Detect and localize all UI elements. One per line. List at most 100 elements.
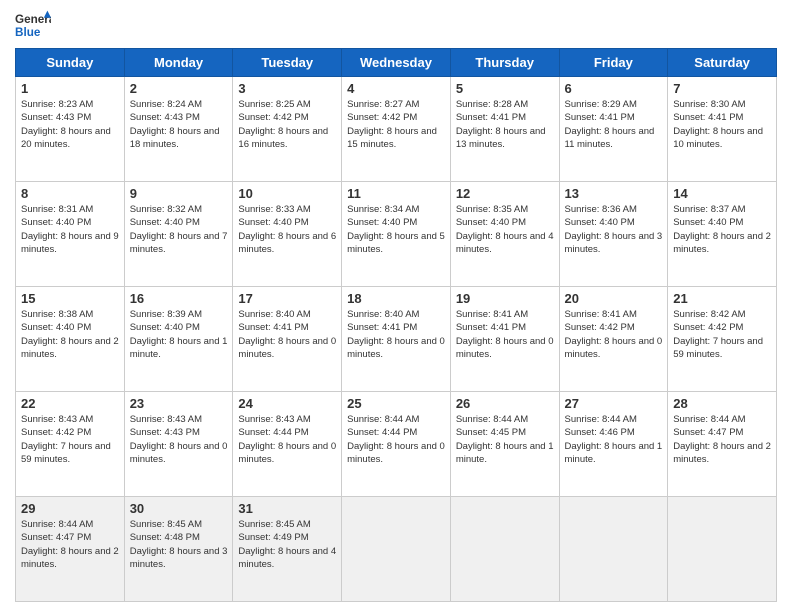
header: General Blue [15, 10, 777, 40]
day-number: 26 [456, 396, 554, 411]
calendar-cell: 6 Sunrise: 8:29 AMSunset: 4:41 PMDayligh… [559, 77, 668, 182]
calendar-cell: 10 Sunrise: 8:33 AMSunset: 4:40 PMDaylig… [233, 182, 342, 287]
day-number: 5 [456, 81, 554, 96]
calendar-cell: 25 Sunrise: 8:44 AMSunset: 4:44 PMDaylig… [342, 392, 451, 497]
day-number: 21 [673, 291, 771, 306]
day-number: 28 [673, 396, 771, 411]
day-number: 30 [130, 501, 228, 516]
day-number: 18 [347, 291, 445, 306]
day-number: 31 [238, 501, 336, 516]
logo-icon: General Blue [15, 10, 51, 40]
cell-info: Sunrise: 8:38 AMSunset: 4:40 PMDaylight:… [21, 309, 119, 360]
calendar-week-4: 22 Sunrise: 8:43 AMSunset: 4:42 PMDaylig… [16, 392, 777, 497]
weekday-header-sunday: Sunday [16, 49, 125, 77]
cell-info: Sunrise: 8:31 AMSunset: 4:40 PMDaylight:… [21, 204, 119, 255]
calendar-week-1: 1 Sunrise: 8:23 AMSunset: 4:43 PMDayligh… [16, 77, 777, 182]
calendar-cell: 20 Sunrise: 8:41 AMSunset: 4:42 PMDaylig… [559, 287, 668, 392]
calendar-cell: 21 Sunrise: 8:42 AMSunset: 4:42 PMDaylig… [668, 287, 777, 392]
calendar-cell: 4 Sunrise: 8:27 AMSunset: 4:42 PMDayligh… [342, 77, 451, 182]
calendar-cell: 7 Sunrise: 8:30 AMSunset: 4:41 PMDayligh… [668, 77, 777, 182]
day-number: 10 [238, 186, 336, 201]
day-number: 7 [673, 81, 771, 96]
calendar-table: SundayMondayTuesdayWednesdayThursdayFrid… [15, 48, 777, 602]
calendar-week-2: 8 Sunrise: 8:31 AMSunset: 4:40 PMDayligh… [16, 182, 777, 287]
calendar-cell [450, 497, 559, 602]
calendar-cell: 29 Sunrise: 8:44 AMSunset: 4:47 PMDaylig… [16, 497, 125, 602]
calendar-cell: 9 Sunrise: 8:32 AMSunset: 4:40 PMDayligh… [124, 182, 233, 287]
day-number: 17 [238, 291, 336, 306]
calendar-cell: 3 Sunrise: 8:25 AMSunset: 4:42 PMDayligh… [233, 77, 342, 182]
cell-info: Sunrise: 8:36 AMSunset: 4:40 PMDaylight:… [565, 204, 663, 255]
cell-info: Sunrise: 8:45 AMSunset: 4:49 PMDaylight:… [238, 519, 336, 570]
cell-info: Sunrise: 8:44 AMSunset: 4:47 PMDaylight:… [21, 519, 119, 570]
day-number: 24 [238, 396, 336, 411]
day-number: 1 [21, 81, 119, 96]
cell-info: Sunrise: 8:43 AMSunset: 4:44 PMDaylight:… [238, 414, 336, 465]
cell-info: Sunrise: 8:43 AMSunset: 4:43 PMDaylight:… [130, 414, 228, 465]
svg-text:Blue: Blue [15, 26, 41, 39]
cell-info: Sunrise: 8:40 AMSunset: 4:41 PMDaylight:… [238, 309, 336, 360]
weekday-header-monday: Monday [124, 49, 233, 77]
cell-info: Sunrise: 8:44 AMSunset: 4:45 PMDaylight:… [456, 414, 554, 465]
cell-info: Sunrise: 8:41 AMSunset: 4:41 PMDaylight:… [456, 309, 554, 360]
cell-info: Sunrise: 8:32 AMSunset: 4:40 PMDaylight:… [130, 204, 228, 255]
cell-info: Sunrise: 8:41 AMSunset: 4:42 PMDaylight:… [565, 309, 663, 360]
cell-info: Sunrise: 8:29 AMSunset: 4:41 PMDaylight:… [565, 99, 655, 150]
cell-info: Sunrise: 8:35 AMSunset: 4:40 PMDaylight:… [456, 204, 554, 255]
calendar-cell: 14 Sunrise: 8:37 AMSunset: 4:40 PMDaylig… [668, 182, 777, 287]
day-number: 27 [565, 396, 663, 411]
cell-info: Sunrise: 8:30 AMSunset: 4:41 PMDaylight:… [673, 99, 763, 150]
page: General Blue SundayMondayTuesdayWednesda… [0, 0, 792, 612]
calendar-cell: 22 Sunrise: 8:43 AMSunset: 4:42 PMDaylig… [16, 392, 125, 497]
day-number: 9 [130, 186, 228, 201]
day-number: 3 [238, 81, 336, 96]
day-number: 6 [565, 81, 663, 96]
day-number: 2 [130, 81, 228, 96]
day-number: 25 [347, 396, 445, 411]
day-number: 19 [456, 291, 554, 306]
calendar-cell: 16 Sunrise: 8:39 AMSunset: 4:40 PMDaylig… [124, 287, 233, 392]
cell-info: Sunrise: 8:33 AMSunset: 4:40 PMDaylight:… [238, 204, 336, 255]
cell-info: Sunrise: 8:39 AMSunset: 4:40 PMDaylight:… [130, 309, 228, 360]
cell-info: Sunrise: 8:24 AMSunset: 4:43 PMDaylight:… [130, 99, 220, 150]
calendar-cell: 1 Sunrise: 8:23 AMSunset: 4:43 PMDayligh… [16, 77, 125, 182]
calendar-cell: 12 Sunrise: 8:35 AMSunset: 4:40 PMDaylig… [450, 182, 559, 287]
day-number: 22 [21, 396, 119, 411]
calendar-cell: 5 Sunrise: 8:28 AMSunset: 4:41 PMDayligh… [450, 77, 559, 182]
day-number: 14 [673, 186, 771, 201]
calendar-cell: 2 Sunrise: 8:24 AMSunset: 4:43 PMDayligh… [124, 77, 233, 182]
day-number: 4 [347, 81, 445, 96]
calendar-cell: 26 Sunrise: 8:44 AMSunset: 4:45 PMDaylig… [450, 392, 559, 497]
calendar-header-row: SundayMondayTuesdayWednesdayThursdayFrid… [16, 49, 777, 77]
day-number: 12 [456, 186, 554, 201]
cell-info: Sunrise: 8:44 AMSunset: 4:47 PMDaylight:… [673, 414, 771, 465]
calendar-cell: 18 Sunrise: 8:40 AMSunset: 4:41 PMDaylig… [342, 287, 451, 392]
weekday-header-friday: Friday [559, 49, 668, 77]
day-number: 11 [347, 186, 445, 201]
day-number: 20 [565, 291, 663, 306]
calendar-cell: 15 Sunrise: 8:38 AMSunset: 4:40 PMDaylig… [16, 287, 125, 392]
calendar-cell: 13 Sunrise: 8:36 AMSunset: 4:40 PMDaylig… [559, 182, 668, 287]
cell-info: Sunrise: 8:42 AMSunset: 4:42 PMDaylight:… [673, 309, 763, 360]
cell-info: Sunrise: 8:23 AMSunset: 4:43 PMDaylight:… [21, 99, 111, 150]
cell-info: Sunrise: 8:34 AMSunset: 4:40 PMDaylight:… [347, 204, 445, 255]
calendar-cell: 28 Sunrise: 8:44 AMSunset: 4:47 PMDaylig… [668, 392, 777, 497]
calendar-cell: 17 Sunrise: 8:40 AMSunset: 4:41 PMDaylig… [233, 287, 342, 392]
cell-info: Sunrise: 8:45 AMSunset: 4:48 PMDaylight:… [130, 519, 228, 570]
day-number: 8 [21, 186, 119, 201]
calendar-cell: 19 Sunrise: 8:41 AMSunset: 4:41 PMDaylig… [450, 287, 559, 392]
calendar-cell: 8 Sunrise: 8:31 AMSunset: 4:40 PMDayligh… [16, 182, 125, 287]
calendar-cell [668, 497, 777, 602]
cell-info: Sunrise: 8:43 AMSunset: 4:42 PMDaylight:… [21, 414, 111, 465]
weekday-header-saturday: Saturday [668, 49, 777, 77]
cell-info: Sunrise: 8:44 AMSunset: 4:46 PMDaylight:… [565, 414, 663, 465]
calendar-cell: 27 Sunrise: 8:44 AMSunset: 4:46 PMDaylig… [559, 392, 668, 497]
day-number: 23 [130, 396, 228, 411]
logo: General Blue [15, 10, 51, 40]
day-number: 13 [565, 186, 663, 201]
cell-info: Sunrise: 8:44 AMSunset: 4:44 PMDaylight:… [347, 414, 445, 465]
calendar-cell: 24 Sunrise: 8:43 AMSunset: 4:44 PMDaylig… [233, 392, 342, 497]
cell-info: Sunrise: 8:37 AMSunset: 4:40 PMDaylight:… [673, 204, 771, 255]
weekday-header-thursday: Thursday [450, 49, 559, 77]
cell-info: Sunrise: 8:25 AMSunset: 4:42 PMDaylight:… [238, 99, 328, 150]
